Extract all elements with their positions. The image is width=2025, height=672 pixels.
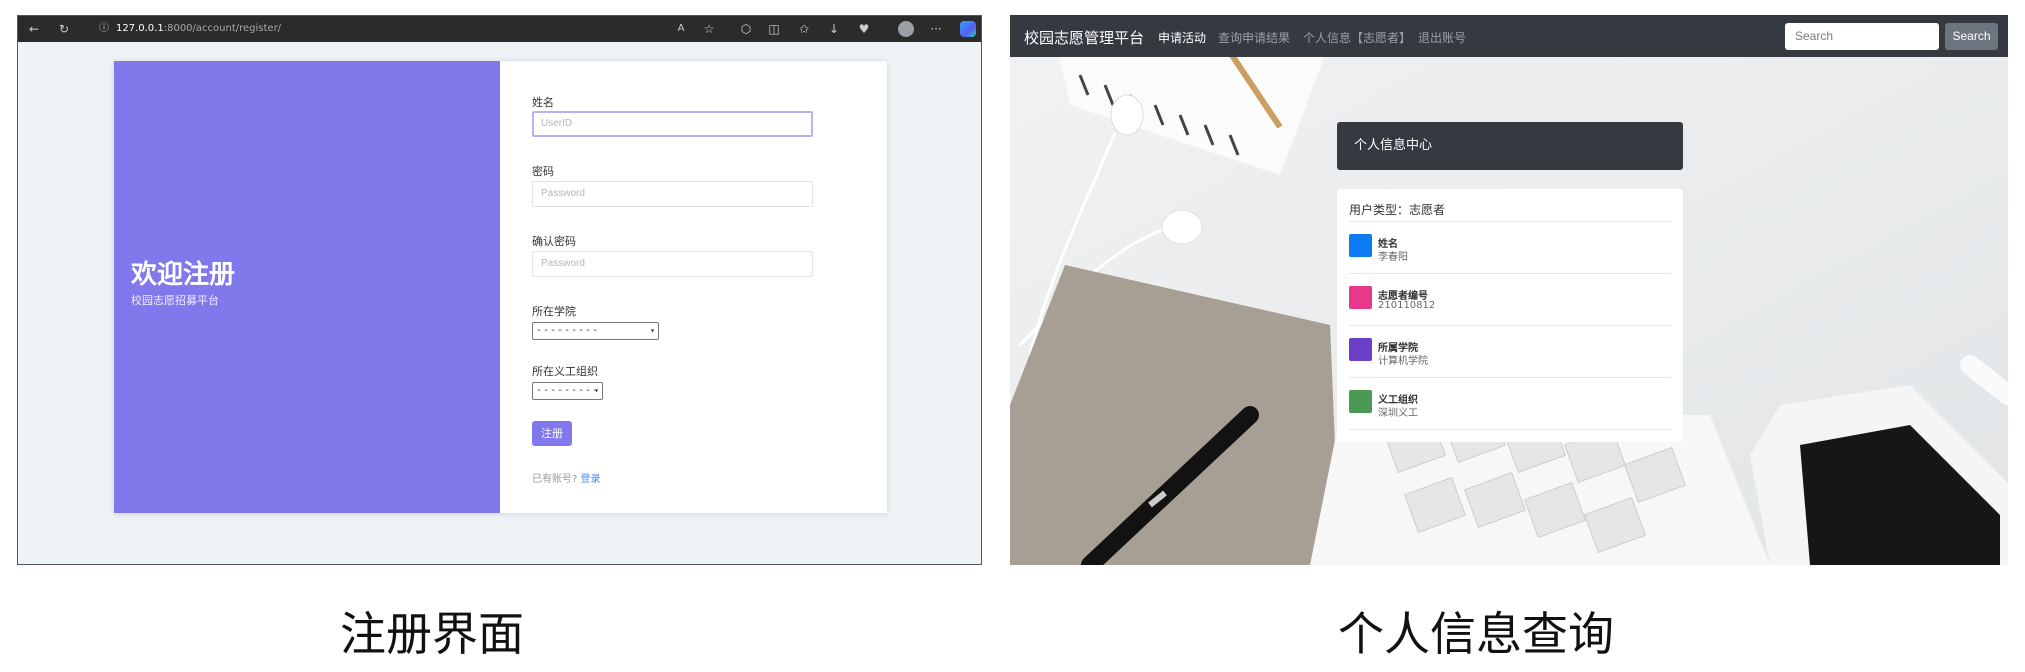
name-color-icon xyxy=(1349,234,1372,257)
volunteer-id-color-icon xyxy=(1349,286,1372,309)
heart-check-icon[interactable]: ♥ xyxy=(856,21,872,37)
profile-screenshot: 校园志愿管理平台 申请活动 查询申请结果 个人信息【志愿者】 退出账号 Sear… xyxy=(1010,15,2008,565)
nav-apply-activity[interactable]: 申请活动 xyxy=(1158,29,1206,46)
address-bar[interactable]: 127.0.0.1:8000/account/register/ xyxy=(108,20,768,38)
college-select-value: --------- xyxy=(536,325,600,336)
user-type: 用户类型：志愿者 xyxy=(1349,203,1446,217)
password-input[interactable]: Password xyxy=(532,181,813,207)
chevron-down-icon: ▾ xyxy=(594,386,599,395)
college-label: 所在学院 xyxy=(532,305,576,318)
organization-color-icon xyxy=(1349,390,1372,413)
nav-logout[interactable]: 退出账号 xyxy=(1418,29,1466,46)
refresh-icon[interactable]: ↻ xyxy=(56,21,72,37)
info-card: 用户类型：志愿者 姓名 李春阳 志愿者编号 210110812 所属学院 计算机… xyxy=(1337,189,1683,442)
search-button[interactable]: Search xyxy=(1945,23,1998,50)
url-path: :8000/account/register/ xyxy=(163,23,282,34)
download-icon[interactable]: ↓ xyxy=(826,21,842,37)
info-row-organization: 义工组织 深圳义工 xyxy=(1349,378,1671,430)
info-row-volunteer-id: 志愿者编号 210110812 xyxy=(1349,274,1671,326)
info-row-value: 计算机学院 xyxy=(1378,356,1428,367)
register-card: 欢迎注册 校园志愿招募平台 姓名 UserID 密码 Password 确认密码… xyxy=(114,61,887,513)
login-hint: 已有账号? 登录 xyxy=(532,470,601,485)
password-label: 密码 xyxy=(532,165,554,178)
split-screen-icon[interactable]: ◫ xyxy=(766,21,782,37)
more-menu-icon[interactable]: ··· xyxy=(928,21,944,37)
register-screenshot: ← ↻ ⓘ 127.0.0.1:8000/account/register/ A… xyxy=(17,15,982,565)
search-input[interactable]: Search xyxy=(1785,23,1939,50)
college-color-icon xyxy=(1349,338,1372,361)
info-row-name: 姓名 李春阳 xyxy=(1349,222,1671,274)
read-aloud-icon[interactable]: A xyxy=(673,21,689,37)
info-row-value: 深圳义工 xyxy=(1378,408,1418,419)
register-hero: 欢迎注册 校园志愿招募平台 xyxy=(114,61,500,513)
top-navbar: 校园志愿管理平台 申请活动 查询申请结果 个人信息【志愿者】 退出账号 Sear… xyxy=(1010,15,2008,57)
star-icon[interactable]: ☆ xyxy=(701,21,717,37)
nav-personal-info[interactable]: 个人信息【志愿者】 xyxy=(1303,29,1411,46)
copilot-icon[interactable] xyxy=(960,21,976,37)
name-input[interactable]: UserID xyxy=(532,111,813,137)
info-center-header: 个人信息中心 xyxy=(1337,122,1683,170)
org-select[interactable]: --------- ▾ xyxy=(532,382,603,400)
chevron-down-icon: ▾ xyxy=(650,326,655,335)
profile-avatar-icon[interactable] xyxy=(898,21,914,37)
org-select-value: --------- xyxy=(536,385,600,396)
browser-toolbar: ← ↻ ⓘ 127.0.0.1:8000/account/register/ A… xyxy=(18,16,981,42)
hero-title: 欢迎注册 xyxy=(131,260,236,290)
info-row-value: 李春阳 xyxy=(1378,252,1408,263)
info-row-college: 所属学院 计算机学院 xyxy=(1349,326,1671,378)
caption-register: 注册界面 xyxy=(340,607,524,661)
favorites-icon[interactable]: ✩ xyxy=(796,21,812,37)
nav-query-results[interactable]: 查询申请结果 xyxy=(1218,29,1290,46)
extensions-icon[interactable]: ⬡ xyxy=(738,21,754,37)
confirm-password-label: 确认密码 xyxy=(532,235,576,248)
name-label: 姓名 xyxy=(532,96,554,109)
login-link[interactable]: 登录 xyxy=(581,474,601,485)
login-hint-text: 已有账号? xyxy=(532,474,578,485)
brand-title[interactable]: 校园志愿管理平台 xyxy=(1024,27,1144,48)
hero-subtitle: 校园志愿招募平台 xyxy=(131,294,219,307)
confirm-password-input[interactable]: Password xyxy=(532,251,813,277)
college-select[interactable]: --------- ▾ xyxy=(532,322,659,340)
caption-profile: 个人信息查询 xyxy=(1338,607,1614,661)
info-row-value: 210110812 xyxy=(1378,300,1436,311)
register-button[interactable]: 注册 xyxy=(532,421,572,446)
back-arrow-icon[interactable]: ← xyxy=(26,21,42,37)
url-host: 127.0.0.1 xyxy=(116,23,164,34)
org-label: 所在义工组织 xyxy=(532,365,598,378)
